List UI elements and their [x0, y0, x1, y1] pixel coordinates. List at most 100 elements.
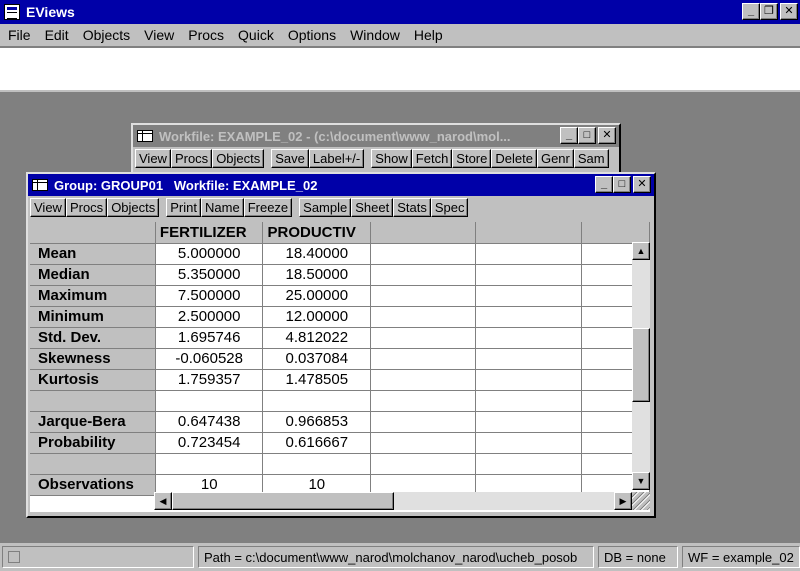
table-cell[interactable]	[370, 285, 477, 307]
table-cell[interactable]	[475, 432, 582, 454]
command-window[interactable]	[0, 48, 800, 92]
group-minimize-button[interactable]: _	[595, 176, 613, 193]
row-label[interactable]: Mean	[30, 243, 156, 265]
grp-spec-button[interactable]: Spec	[430, 197, 469, 217]
workfile-close-button[interactable]: ✕	[598, 127, 616, 144]
row-label[interactable]: Kurtosis	[30, 369, 156, 391]
table-cell[interactable]: 0.647438	[155, 411, 264, 433]
row-label[interactable]: Maximum	[30, 285, 156, 307]
menu-edit[interactable]: Edit	[45, 27, 69, 43]
grp-print-button[interactable]: Print	[166, 197, 201, 217]
table-cell[interactable]	[475, 327, 582, 349]
row-label[interactable]: Observations	[30, 474, 156, 496]
table-cell[interactable]	[155, 390, 264, 412]
row-label[interactable]: Jarque-Bera	[30, 411, 156, 433]
table-cell[interactable]: 0.966853	[262, 411, 372, 433]
row-label[interactable]: Skewness	[30, 348, 156, 370]
table-cell[interactable]	[475, 348, 582, 370]
workfile-maximize-button[interactable]: □	[578, 127, 596, 144]
table-cell[interactable]: 0.037084	[262, 348, 372, 370]
corner-cell[interactable]	[30, 222, 156, 244]
table-cell[interactable]	[475, 369, 582, 391]
wf-show-button[interactable]: Show	[371, 148, 412, 168]
wf-view-button[interactable]: View	[135, 148, 171, 168]
row-label[interactable]: Std. Dev.	[30, 327, 156, 349]
menu-window[interactable]: Window	[350, 27, 400, 43]
table-cell[interactable]	[475, 285, 582, 307]
table-cell[interactable]	[370, 369, 477, 391]
table-cell[interactable]	[262, 453, 372, 475]
table-cell[interactable]: 5.350000	[155, 264, 264, 286]
table-cell[interactable]: 5.000000	[155, 243, 264, 265]
scroll-left-arrow-icon[interactable]: ◀	[154, 492, 172, 510]
grp-freeze-button[interactable]: Freeze	[243, 197, 293, 217]
row-label[interactable]: Median	[30, 264, 156, 286]
wf-objects-button[interactable]: Objects	[212, 148, 265, 168]
table-cell[interactable]: 0.616667	[262, 432, 372, 454]
menu-options[interactable]: Options	[288, 27, 336, 43]
table-cell[interactable]	[475, 390, 582, 412]
grp-name-button[interactable]: Name	[201, 197, 244, 217]
stats-grid[interactable]: FERTILIZER PRODUCTIV Mean 5.000000 18.4000…	[30, 222, 650, 512]
row-label[interactable]: Minimum	[30, 306, 156, 328]
menu-help[interactable]: Help	[414, 27, 443, 43]
restore-button[interactable]: ❐	[760, 3, 778, 20]
group-maximize-button[interactable]: □	[613, 176, 631, 193]
table-cell[interactable]	[370, 390, 477, 412]
table-cell[interactable]: 2.500000	[155, 306, 264, 328]
table-cell[interactable]	[370, 306, 477, 328]
table-cell[interactable]	[262, 390, 372, 412]
horizontal-scroll-thumb[interactable]	[172, 492, 394, 510]
table-cell[interactable]	[370, 327, 477, 349]
workfile-minimize-button[interactable]: _	[560, 127, 578, 144]
wf-genr-button[interactable]: Genr	[536, 148, 574, 168]
column-header-empty[interactable]	[475, 222, 582, 244]
column-header-empty[interactable]	[581, 222, 650, 244]
table-cell[interactable]	[370, 453, 477, 475]
grp-sheet-button[interactable]: Sheet	[351, 197, 394, 217]
eviews-app-icon[interactable]	[4, 4, 20, 20]
horizontal-scrollbar[interactable]: ◀ ▶	[154, 492, 632, 510]
scroll-up-arrow-icon[interactable]: ▲	[632, 242, 650, 260]
minimize-button[interactable]: _	[742, 3, 760, 20]
grp-objects-button[interactable]: Objects	[107, 197, 160, 217]
table-cell[interactable]	[370, 243, 477, 265]
table-cell[interactable]	[155, 453, 264, 475]
grp-sample-button[interactable]: Sample	[299, 197, 352, 217]
table-cell[interactable]: 18.50000	[262, 264, 372, 286]
table-cell[interactable]	[370, 432, 477, 454]
grp-stats-button[interactable]: Stats	[393, 197, 431, 217]
table-cell[interactable]: 25.00000	[262, 285, 372, 307]
table-cell[interactable]	[475, 453, 582, 475]
app-titlebar[interactable]: EViews _ ❐ ✕	[0, 0, 800, 24]
table-cell[interactable]: -0.060528	[155, 348, 264, 370]
table-cell[interactable]	[475, 306, 582, 328]
scroll-right-arrow-icon[interactable]: ▶	[614, 492, 632, 510]
grp-view-button[interactable]: View	[30, 197, 66, 217]
row-label[interactable]	[30, 453, 156, 475]
grp-procs-button[interactable]: Procs	[65, 197, 108, 217]
menu-file[interactable]: File	[8, 27, 31, 43]
table-cell[interactable]	[370, 411, 477, 433]
scroll-down-arrow-icon[interactable]: ▼	[632, 472, 650, 490]
table-cell[interactable]: 4.812022	[262, 327, 372, 349]
vertical-scrollbar[interactable]: ▲ ▼	[632, 242, 650, 490]
column-header-fertilizer[interactable]: FERTILIZER	[155, 222, 264, 244]
menu-procs[interactable]: Procs	[188, 27, 224, 43]
wf-fetch-button[interactable]: Fetch	[411, 148, 453, 168]
menu-view[interactable]: View	[144, 27, 174, 43]
table-cell[interactable]	[370, 264, 477, 286]
table-cell[interactable]: 18.40000	[262, 243, 372, 265]
table-cell[interactable]: 1.478505	[262, 369, 372, 391]
table-cell[interactable]	[475, 411, 582, 433]
resize-grip-icon[interactable]	[632, 492, 650, 510]
menu-objects[interactable]: Objects	[83, 27, 130, 43]
group-close-button[interactable]: ✕	[633, 176, 651, 193]
table-cell[interactable]: 12.00000	[262, 306, 372, 328]
table-cell[interactable]	[475, 264, 582, 286]
wf-sample-button[interactable]: Sam	[573, 148, 609, 168]
row-label[interactable]: Probability	[30, 432, 156, 454]
table-cell[interactable]	[475, 243, 582, 265]
wf-delete-button[interactable]: Delete	[491, 148, 537, 168]
table-cell[interactable]: 0.723454	[155, 432, 264, 454]
